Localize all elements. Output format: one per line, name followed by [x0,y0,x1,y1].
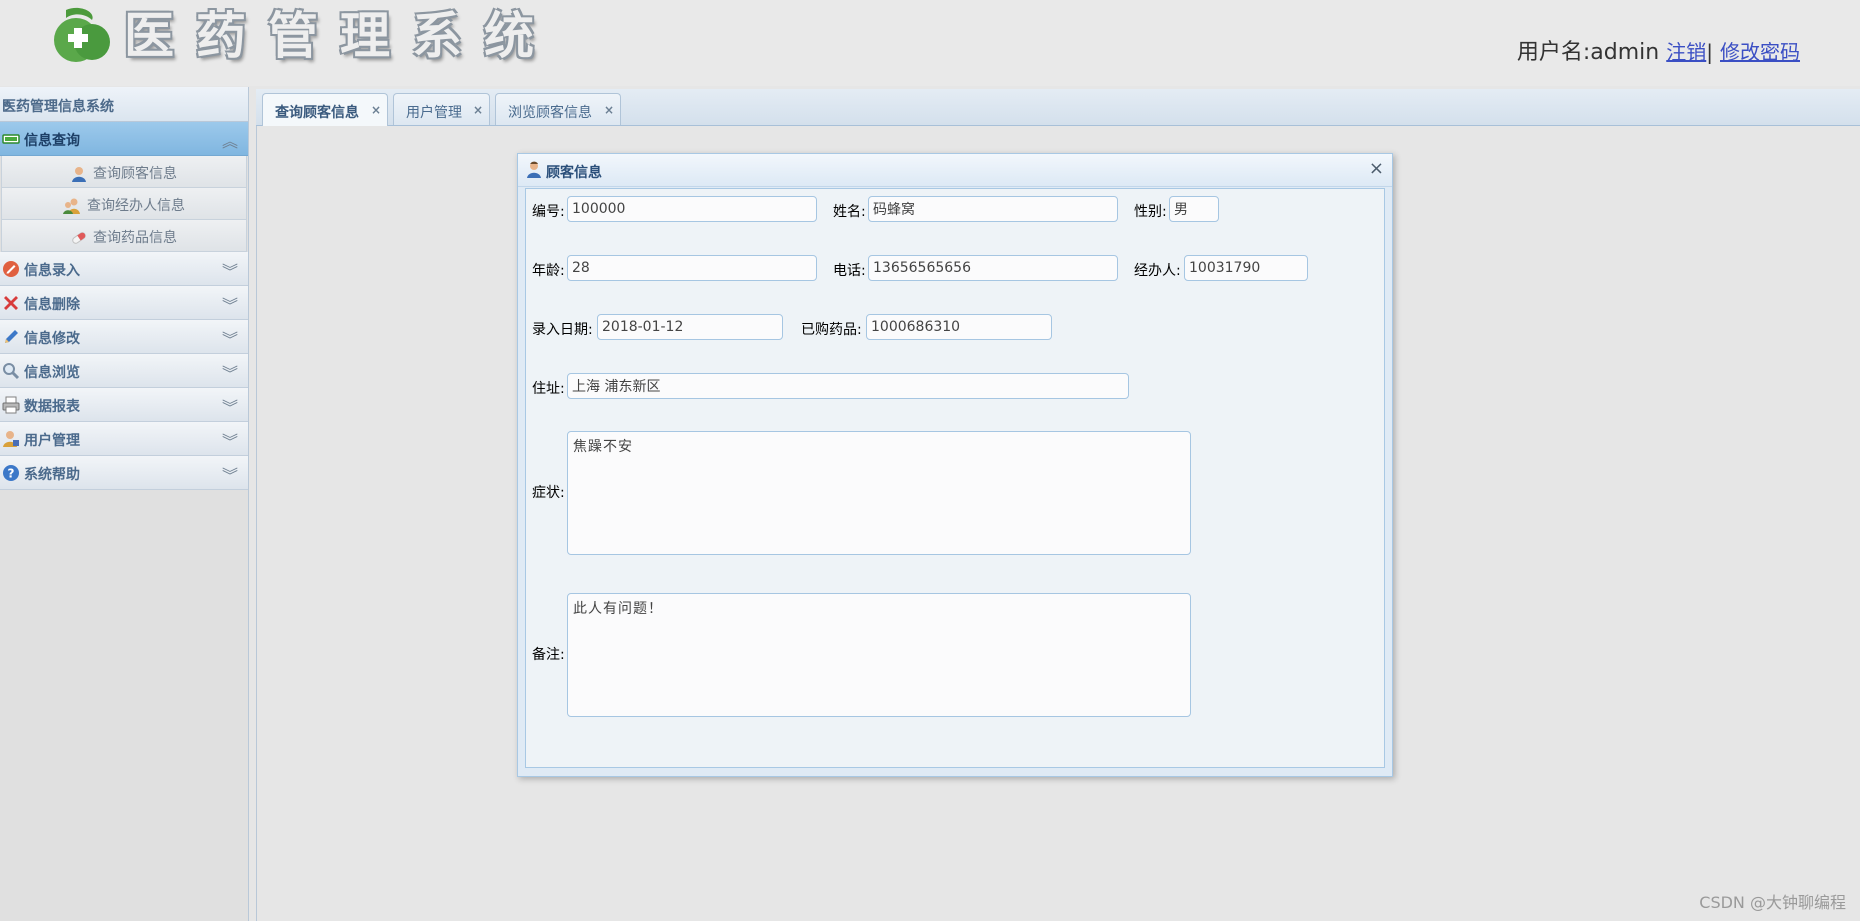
remark-label: 备注: [532,647,565,663]
chevron-up-icon[interactable]: ︽ [222,128,238,152]
sidebar-group-entry[interactable]: 信息录入 ︾ [0,252,248,286]
entry-icon [3,261,19,277]
username-label: 用户名:admin [1516,40,1660,65]
sidebar-group-label: 信息查询 [24,133,80,149]
sidebar-item-query-customer[interactable]: 查询顾客信息 [1,156,247,188]
chevron-down-icon[interactable]: ︾ [222,360,238,384]
pharmacy-logo-icon [54,7,110,62]
medicine-label: 已购药品: [801,322,862,338]
customer-info-dialog: 顾客信息 × 编号: 姓名: 性别: 年龄: 电话: 经办人: 录入日期: 已购… [517,153,1393,777]
close-icon[interactable]: × [371,103,381,117]
app-header: 医 药 管 理 系 统 用户名:admin 注销| 修改密码 [0,0,1860,86]
chevron-down-icon[interactable]: ︾ [222,462,238,486]
sidebar-group-report[interactable]: 数据报表 ︾ [0,388,248,422]
name-field[interactable] [868,196,1118,222]
logo-char: 医 [124,6,174,65]
logout-link[interactable]: 注销 [1666,40,1706,64]
sidebar-item-query-medicine[interactable]: 查询药品信息 [1,220,247,252]
watermark-text: CSDN @大钟聊编程 [1699,893,1846,912]
browse-icon [3,363,20,380]
sidebar-title-bar: 医药管理信息系统 « [0,87,248,122]
remark-textarea[interactable]: 此人有问题！ [567,593,1191,717]
logo-char: 系 [412,6,462,65]
sidebar-group-delete[interactable]: 信息删除 ︾ [0,286,248,320]
edit-icon [5,330,18,343]
address-label: 住址: [532,381,565,397]
sidebar-group-label: 系统帮助 [24,467,80,483]
customer-icon [72,167,86,182]
change-password-link[interactable]: 修改密码 [1720,40,1800,64]
dialog-form: 编号: 姓名: 性别: 年龄: 电话: 经办人: 录入日期: 已购药品: 住址:… [525,188,1385,768]
sidebar-group-user-manage[interactable]: 用户管理 ︾ [0,422,248,456]
symptom-label: 症状: [532,485,565,501]
report-icon [2,396,20,414]
tab-label: 浏览顾客信息 [508,105,592,121]
phone-field[interactable] [868,255,1118,281]
customer-icon [527,161,541,178]
dialog-header[interactable]: 顾客信息 × [518,154,1392,187]
user-manage-icon [3,431,19,447]
sidebar-group-label: 信息录入 [24,263,80,279]
symptom-textarea[interactable]: 焦躁不安 [567,431,1191,555]
age-label: 年龄: [532,263,565,279]
date-field[interactable] [597,314,783,340]
sidebar-group-label: 信息修改 [24,331,80,347]
user-info: 用户名:admin 注销| 修改密码 [1517,34,1800,66]
sidebar-group-edit[interactable]: 信息修改 ︾ [0,320,248,354]
sidebar-group-label: 信息浏览 [24,365,80,381]
chevron-down-icon[interactable]: ︾ [222,428,238,452]
gender-field[interactable] [1169,196,1219,222]
help-icon: ? [3,465,19,481]
svg-text:?: ? [8,467,15,481]
system-logo-text: 医 药 管 理 系 统 [124,8,534,64]
logo-char: 理 [340,6,390,65]
medicine-field[interactable] [866,314,1052,340]
tab-query-customer[interactable]: 查询顾客信息 × [262,93,388,126]
gender-label: 性别: [1134,204,1167,220]
agent-label: 经办人: [1134,263,1181,279]
age-field[interactable] [567,255,817,281]
chevron-down-icon[interactable]: ︾ [222,326,238,350]
query-submenu: 查询顾客信息 查询经办人信息 查询药品信息 [0,156,248,252]
agent-icon [63,198,80,214]
query-icon [2,134,20,144]
agent-field[interactable] [1184,255,1308,281]
sidebar-group-browse[interactable]: 信息浏览 ︾ [0,354,248,388]
sidebar-item-label: 查询经办人信息 [87,198,185,214]
dialog-close-icon[interactable]: × [1369,158,1384,179]
logo-char: 统 [484,6,534,65]
id-field[interactable] [567,196,817,222]
date-label: 录入日期: [532,322,593,338]
sidebar-group-label: 信息删除 [24,297,80,313]
pill-icon [72,232,86,244]
sidebar-group-help[interactable]: ? 系统帮助 ︾ [0,456,248,490]
chevron-down-icon[interactable]: ︾ [222,292,238,316]
sidebar-item-label: 查询顾客信息 [93,166,177,182]
collapse-sidebar-icon[interactable]: « [2,96,240,112]
address-field[interactable] [567,373,1129,399]
link-separator: | [1706,40,1713,64]
tab-label: 用户管理 [406,105,462,121]
logo-char: 药 [196,6,246,65]
sidebar-group-label: 用户管理 [24,433,80,449]
tab-label: 查询顾客信息 [275,105,359,121]
tab-browse-customer[interactable]: 浏览顾客信息 × [495,93,621,125]
close-icon[interactable]: × [604,103,614,117]
phone-label: 电话: [833,263,866,279]
close-icon[interactable]: × [473,103,483,117]
chevron-down-icon[interactable]: ︾ [222,258,238,282]
name-label: 姓名: [833,204,866,220]
logo-char: 管 [268,6,318,65]
delete-icon [4,296,18,310]
sidebar-item-label: 查询药品信息 [93,230,177,246]
tab-user-manage[interactable]: 用户管理 × [393,93,490,125]
chevron-down-icon[interactable]: ︾ [222,394,238,418]
dialog-title: 顾客信息 [546,165,602,181]
sidebar: 医药管理信息系统 « 信息查询 ︽ 查询顾客信息 查询经办人信息 查询药品信息 … [0,87,249,921]
sidebar-group-label: 数据报表 [24,399,80,415]
tab-bar: 查询顾客信息 × 用户管理 × 浏览顾客信息 × [256,89,1860,126]
sidebar-item-query-agent[interactable]: 查询经办人信息 [1,188,247,220]
id-label: 编号: [532,204,565,220]
sidebar-group-query[interactable]: 信息查询 ︽ [0,122,248,156]
